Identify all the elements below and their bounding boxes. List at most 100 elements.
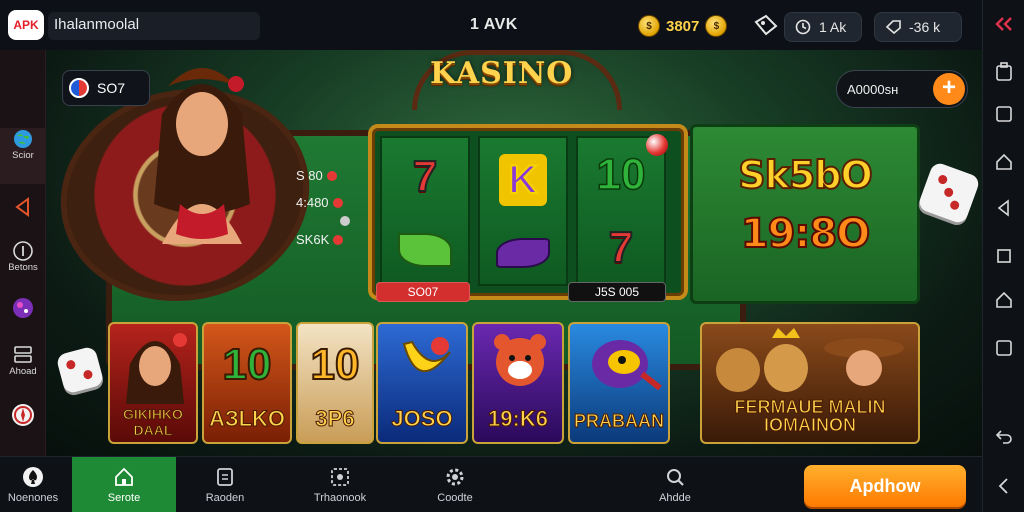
- kasino-logo: KASINO: [430, 56, 574, 91]
- game-card[interactable]: 19:K6: [472, 322, 564, 444]
- dashed-box-icon: [331, 468, 349, 486]
- coin-value: 3807: [666, 17, 700, 35]
- recents-icon[interactable]: [992, 244, 1016, 268]
- promo-line-2: 19:8O: [740, 210, 872, 258]
- coin-balance[interactable]: $ 3807 $: [638, 13, 728, 39]
- info-icon: [13, 241, 33, 261]
- coin-icon-secondary: $: [705, 15, 728, 37]
- chip-icon: [69, 78, 89, 98]
- rail-item-play[interactable]: [0, 196, 46, 218]
- globe-icon: [14, 130, 32, 148]
- timer-value: 1 Ak: [819, 19, 847, 35]
- game-card[interactable]: 10 3P6: [296, 322, 374, 444]
- red-chip-icon: [333, 234, 344, 245]
- rail-label: Betons: [8, 262, 38, 273]
- rail-item-compass[interactable]: [0, 402, 46, 428]
- game-card[interactable]: 10 AЗLKO: [202, 322, 292, 444]
- search-icon: [667, 469, 684, 486]
- characters-group-image: [716, 328, 904, 392]
- back-chevron-icon[interactable]: [992, 474, 1016, 498]
- game-card-title: AЗLKO: [208, 406, 286, 432]
- bet-row[interactable]: S 80: [296, 162, 350, 189]
- clock-icon: [795, 19, 811, 35]
- plus-icon[interactable]: +: [933, 73, 965, 105]
- banana-icon: [402, 337, 451, 372]
- creature-character-image: [592, 340, 662, 391]
- app-name-field[interactable]: Ihalanmoolal: [48, 12, 260, 40]
- bet-row[interactable]: [296, 216, 350, 226]
- rail-item-betons[interactable]: Betons: [0, 240, 46, 273]
- tab-label: Coodte: [437, 492, 473, 504]
- slot-machine[interactable]: 7 K 10 7 SO07 J5S 005: [368, 124, 688, 302]
- rail-item-ball[interactable]: [0, 296, 46, 320]
- white-chip-icon: [340, 216, 350, 226]
- rail-item-scior[interactable]: Scior: [0, 128, 46, 184]
- game-card[interactable]: PRABAAN: [568, 322, 670, 444]
- home-icon: [115, 467, 133, 486]
- promo-panel[interactable]: Sk5bO 19:8O: [690, 124, 920, 304]
- chip-value: SO7: [97, 80, 126, 96]
- tab-noenones[interactable]: Noenones: [0, 457, 66, 512]
- undo-icon[interactable]: [992, 424, 1016, 448]
- reel-symbol: 7: [608, 222, 635, 272]
- rail-item-ahoad[interactable]: Ahoad: [0, 344, 46, 377]
- game-cards-row: GIKIHKO DAAL 10 AЗLKO 10 3P6 JOSO 19:K6: [108, 322, 982, 448]
- square-outline-icon[interactable]: [992, 336, 1016, 360]
- tab-raoden[interactable]: Raoden: [190, 457, 260, 512]
- app-logo[interactable]: APK: [8, 10, 44, 40]
- game-card-title: FERMAUE MALIN IOMAINON: [734, 397, 886, 435]
- apply-now-button[interactable]: Apdhow: [804, 465, 966, 507]
- bet-label: SK6K: [296, 232, 330, 247]
- bet-row[interactable]: SK6K: [296, 226, 350, 253]
- tab-trhaonook[interactable]: Trhaonook: [300, 457, 380, 512]
- game-card-title: 3P6: [315, 406, 355, 432]
- bonus-ball-icon: [646, 134, 668, 156]
- bet-label: S 80: [296, 168, 323, 183]
- red-chip-icon: [332, 197, 343, 208]
- game-card-number: 10: [222, 339, 273, 390]
- balance-value: -36 k: [909, 19, 941, 35]
- game-card-title: 19:K6: [488, 406, 549, 432]
- slot-right-label: J5S 005: [568, 282, 666, 302]
- rail-label: Scior: [12, 150, 34, 161]
- eggplant-icon: [496, 238, 550, 268]
- dealer-character-image: [154, 68, 250, 244]
- ticket-icon[interactable]: [752, 14, 778, 36]
- reel-3: 10 7: [576, 136, 666, 286]
- game-card-title: GIKIHKO DAAL: [123, 406, 184, 439]
- tab-coodte[interactable]: Coodte: [420, 457, 490, 512]
- dice-icon: [55, 345, 105, 395]
- clipboard-icon[interactable]: [992, 60, 1016, 84]
- tab-serote[interactable]: Serote: [72, 457, 176, 512]
- game-card-title: PRABAAN: [574, 411, 665, 432]
- deposit-chip[interactable]: A0000sн +: [836, 70, 968, 108]
- reel-1: 7: [380, 136, 470, 286]
- reel-symbol: 7: [412, 152, 439, 201]
- timer-pill[interactable]: 1 Ak: [784, 12, 862, 42]
- slot-left-label: SO07: [376, 282, 470, 302]
- home-shape-icon[interactable]: [992, 150, 1016, 174]
- bet-row[interactable]: 4:480: [296, 189, 350, 216]
- game-card[interactable]: FERMAUE MALIN IOMAINON: [700, 322, 920, 444]
- collapse-icon[interactable]: [992, 12, 1016, 36]
- game-card-title: JOSO: [391, 406, 453, 432]
- game-card[interactable]: JOSO: [376, 322, 468, 444]
- bet-label: 4:480: [296, 195, 329, 210]
- balance-pill[interactable]: -36 k: [874, 12, 962, 42]
- home-outline-icon[interactable]: [992, 288, 1016, 312]
- chip-counter[interactable]: SO7: [62, 70, 150, 106]
- bet-list: S 80 4:480 SK6K: [296, 162, 350, 253]
- back-triangle-icon[interactable]: [992, 196, 1016, 220]
- game-card[interactable]: GIKIHKO DAAL: [108, 322, 198, 444]
- bottom-tab-bar: Noenones Serote Raoden Trhaonook Coodte …: [0, 456, 982, 512]
- red-chip-icon: [326, 170, 337, 181]
- top-bar: APK Ihalanmoolal 1 AVK $ 3807 $ 1 Ak -36…: [0, 0, 982, 50]
- document-icon: [217, 468, 233, 486]
- leaf-icon: [398, 233, 452, 267]
- tab-label: Raoden: [205, 492, 245, 504]
- settings-icon: [446, 468, 464, 486]
- deposit-label: A0000sн: [847, 81, 899, 97]
- tab-ahdde[interactable]: Ahdde: [640, 457, 710, 512]
- square-icon[interactable]: [992, 102, 1016, 126]
- promo-line-1: Sk5bO: [737, 152, 874, 198]
